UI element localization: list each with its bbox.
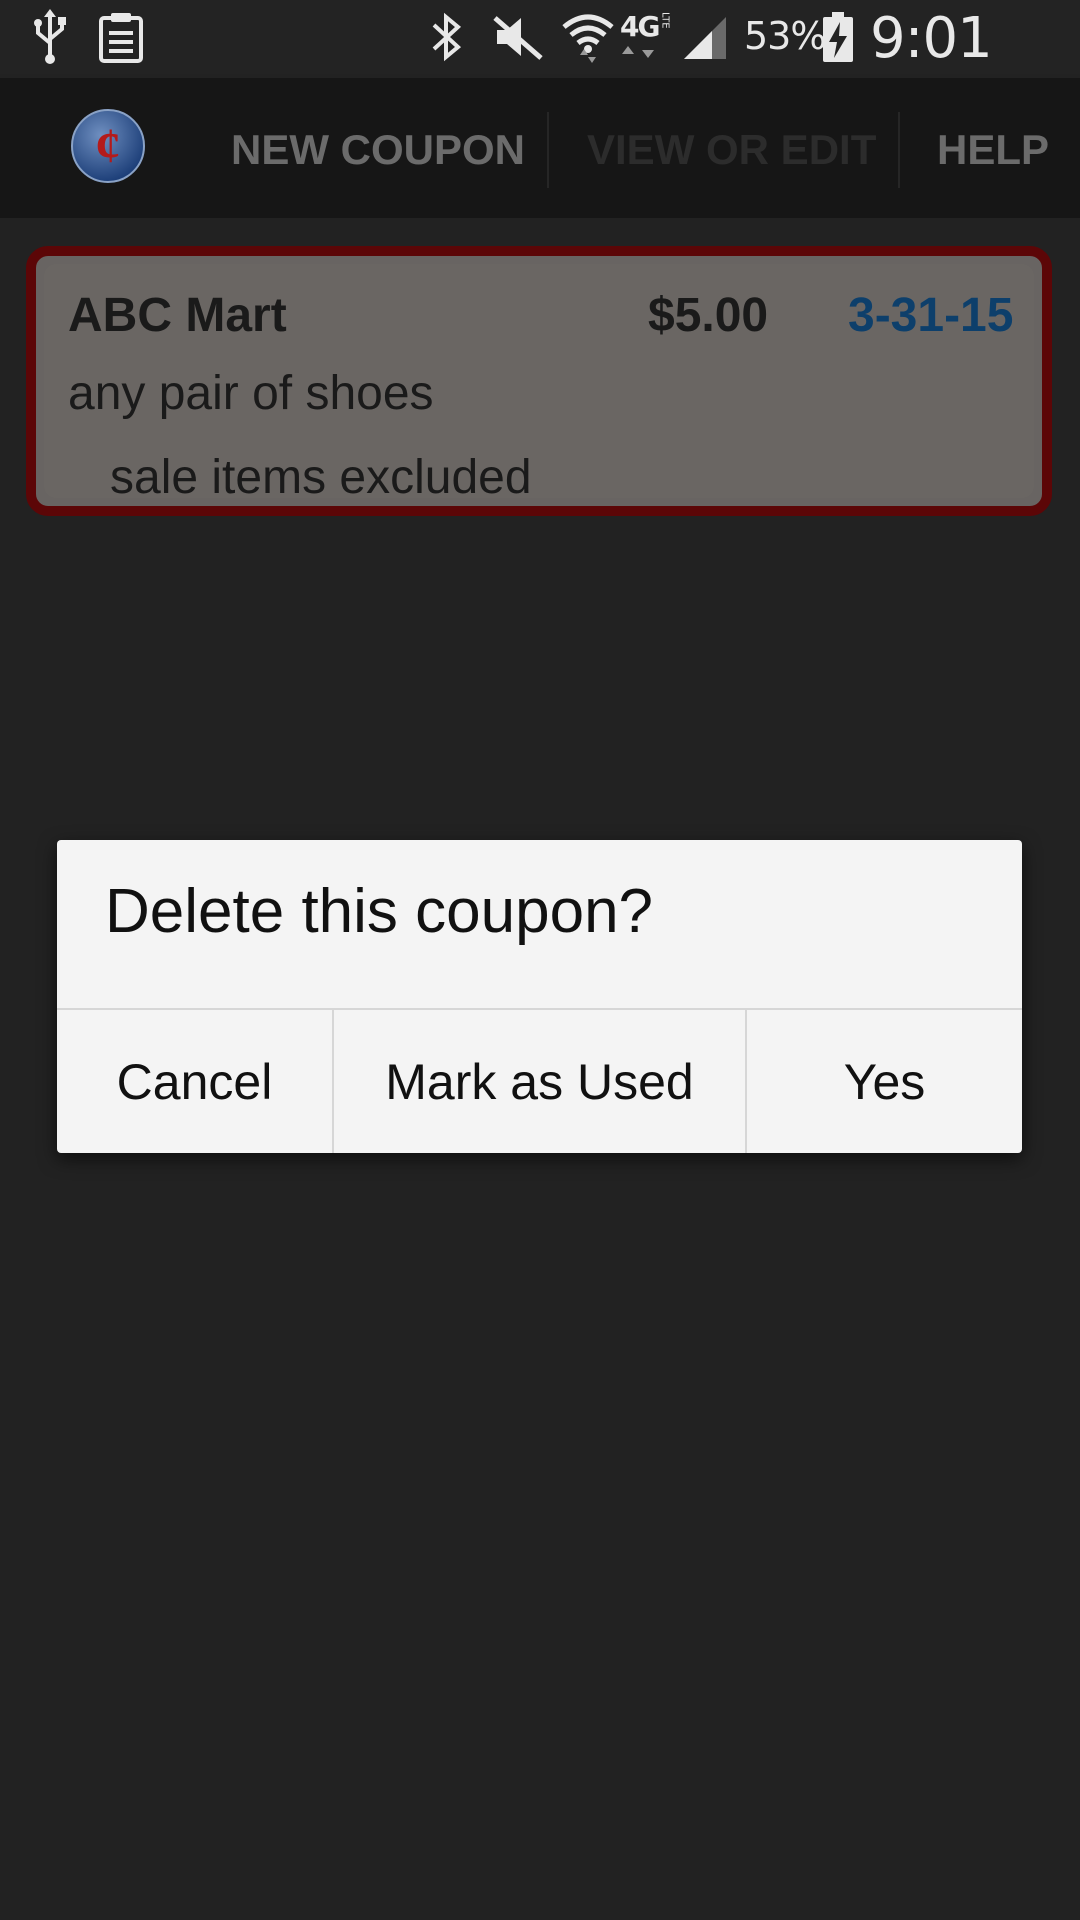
mark-as-used-button[interactable]: Mark as Used	[334, 1010, 745, 1153]
coupon-card[interactable]: ABC Mart $5.00 3-31-15 any pair of shoes…	[26, 246, 1052, 516]
coupon-note: sale items excluded	[110, 451, 532, 504]
coupon-amount: $5.00	[648, 289, 769, 342]
tab-new-coupon[interactable]: NEW COUPON	[231, 120, 525, 180]
status-bar: 4G LTE 53% 9:01 PM	[0, 0, 1080, 136]
yes-button[interactable]: Yes	[747, 1010, 1022, 1153]
vibrate-mute-icon	[490, 8, 546, 66]
signal-icon	[680, 8, 730, 66]
cancel-button[interactable]: Cancel	[57, 1010, 332, 1153]
network-label: 4G	[620, 10, 660, 43]
delete-coupon-dialog: Delete this coupon? Cancel Mark as Used …	[57, 840, 1022, 1153]
tab-divider	[898, 112, 900, 188]
tab-help[interactable]: HELP	[937, 120, 1049, 180]
coupon-store: ABC Mart	[68, 289, 287, 342]
battery-charging-icon	[818, 8, 858, 66]
clipboard-icon	[96, 8, 146, 66]
app-logo-icon: ¢	[71, 109, 145, 183]
network-sub-label: LTE	[659, 12, 671, 29]
dialog-title: Delete this coupon?	[105, 877, 654, 946]
app-logo-symbol: ¢	[96, 117, 121, 173]
tab-view-or-edit[interactable]: VIEW OR EDIT	[587, 120, 876, 180]
bluetooth-icon	[424, 8, 468, 66]
action-bar: ¢ NEW COUPON VIEW OR EDIT HELP	[0, 78, 1080, 218]
tab-divider	[547, 112, 549, 188]
coupon-expiry-date: 3-31-15	[848, 289, 1014, 342]
wifi-icon	[558, 8, 618, 66]
usb-icon	[28, 8, 72, 66]
app-logo[interactable]: ¢	[70, 108, 146, 184]
coupon-description: any pair of shoes	[68, 367, 434, 420]
coupon-card-body: ABC Mart $5.00 3-31-15 any pair of shoes…	[44, 264, 1034, 504]
lte-4g-icon: 4G LTE	[620, 8, 680, 66]
battery-percent: 53%	[744, 14, 826, 58]
